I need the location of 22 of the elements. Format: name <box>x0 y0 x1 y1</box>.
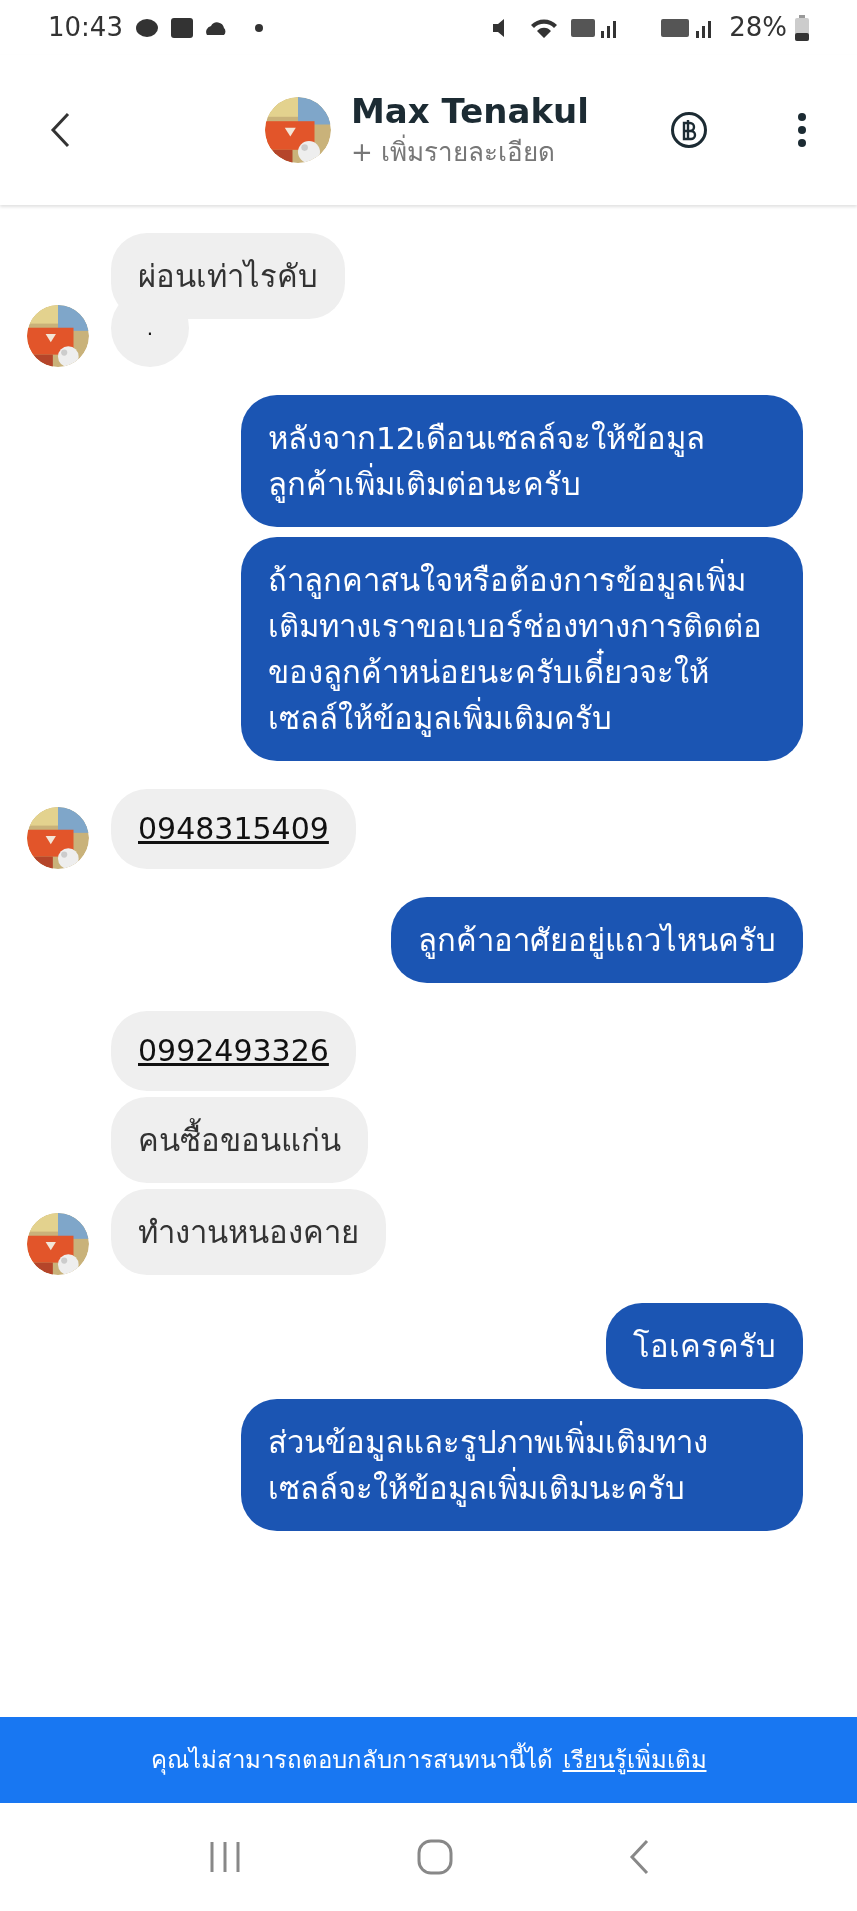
learn-more-link[interactable]: เรียนรู้เพิ่มเติม <box>562 1742 707 1778</box>
add-details-link[interactable]: + เพิ่มรายละเอียด <box>351 133 589 171</box>
home-icon[interactable] <box>416 1839 453 1875</box>
message-bubble: ทำงานหนองคาย <box>111 1189 386 1275</box>
back-icon[interactable] <box>627 1839 650 1875</box>
message-bubble: โอเครครับ <box>606 1303 803 1389</box>
baht-currency-icon[interactable] <box>671 112 707 148</box>
message-bubble: ลูกค้าอาศัยอยู่แถวไหนครับ <box>391 897 803 983</box>
phone-link[interactable]: 0992493326 <box>138 1033 329 1068</box>
phone-link[interactable]: 0948315409 <box>138 811 329 846</box>
message-bubble: หลังจาก12เดือนเซลล์จะให้ข้อมูลลูกค้าเพิ่มเติมต่อนะครับ <box>241 395 803 527</box>
message-bubble: ถ้าลูกคาสนใจหรือต้องการข้อมูลเพิ่มเติมทางเราขอเบอร์ช่องทางการติดต่อของลูกค้าหน่อยนะครับเดี๋ยวจะให้เซลล์ให้ข้อมูลเพิ่มเติมครับ <box>241 537 803 761</box>
contact-name: Max Tenakul <box>351 90 589 133</box>
status-time: 10:43 <box>48 11 123 44</box>
battery-icon <box>795 14 809 41</box>
message-bubble: ผ่อนเท่าไรคับ <box>111 233 345 319</box>
more-options-icon[interactable] <box>797 113 807 147</box>
message-bubble: คนซื้อขอนแก่น <box>111 1097 368 1183</box>
battery-percent: 28% <box>729 11 787 44</box>
message-bubble: ส่วนข้อมูลและรูปภาพเพิ่มเติมทางเซลล์จะให้ข้อมูลเพิ่มเติมนะครับ <box>241 1399 803 1531</box>
dot-icon <box>254 23 263 32</box>
notice-text: คุณไม่สามารถตอบกลับการสนทนานี้ได้ <box>150 1742 553 1778</box>
